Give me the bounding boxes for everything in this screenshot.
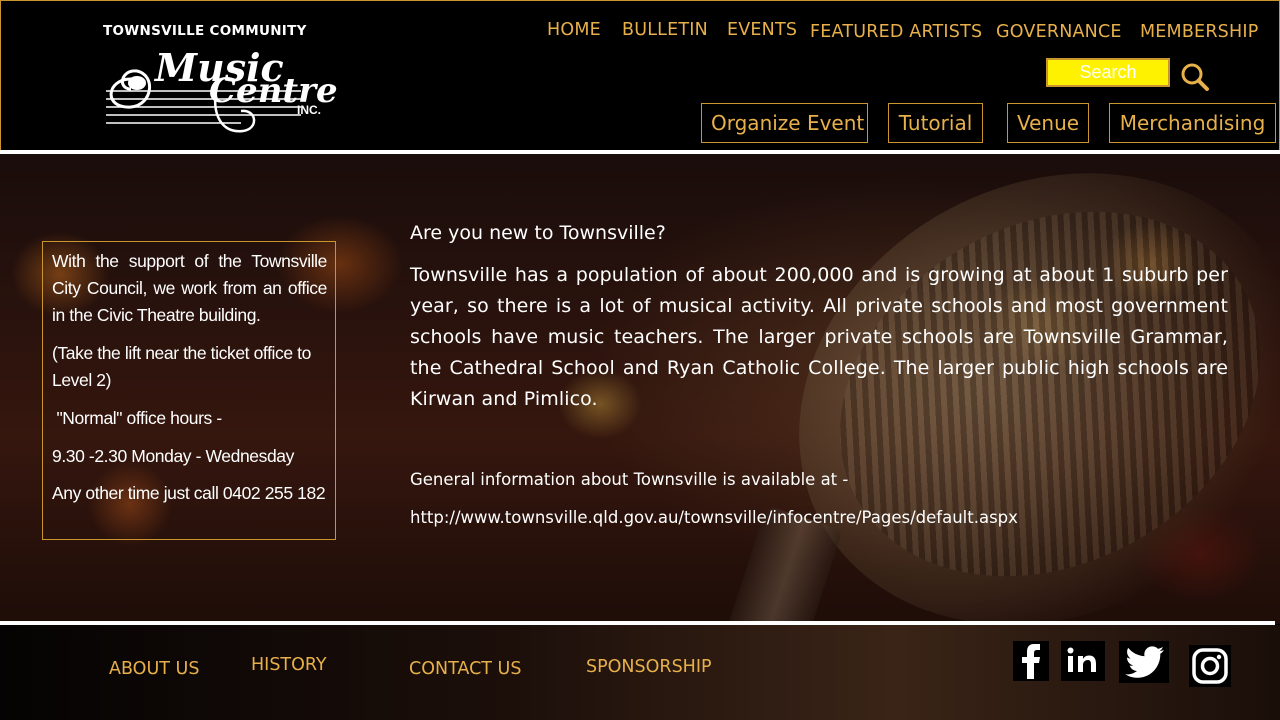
- office-phone: Any other time just call 0402 255 182: [52, 483, 326, 503]
- townsville-info-link[interactable]: http://www.townsville.qld.gov.au/townsvi…: [410, 508, 1018, 527]
- footer-contact-us-link[interactable]: CONTACT US: [409, 659, 521, 679]
- office-info-support: With the support of the Townsville City …: [52, 251, 327, 325]
- general-info-text: General information about Townsville is …: [410, 470, 849, 489]
- nav-home[interactable]: HOME: [547, 20, 601, 40]
- search-input[interactable]: Search: [1046, 58, 1170, 87]
- site-header: TOWNSVILLE COMMUNITY Music Centre INC. H…: [0, 0, 1280, 152]
- office-hours-label: "Normal" office hours -: [52, 408, 222, 428]
- instagram-icon[interactable]: [1189, 645, 1231, 687]
- footer-sponsorship-link[interactable]: SPONSORSHIP: [586, 657, 712, 677]
- nav-events[interactable]: EVENTS: [727, 20, 797, 40]
- office-info-directions: (Take the lift near the ticket office to…: [52, 343, 311, 390]
- footer-about-us-link[interactable]: ABOUT US: [109, 659, 199, 679]
- nav-membership[interactable]: MEMBERSHIP: [1140, 22, 1258, 42]
- nav-featured-artists[interactable]: FEATURED ARTISTS: [810, 22, 982, 42]
- main-question: Are you new to Townsville?: [410, 222, 666, 244]
- merchandising-button[interactable]: Merchandising: [1109, 103, 1276, 143]
- search-icon[interactable]: [1179, 61, 1211, 93]
- site-footer: ABOUT US HISTORY CONTACT US SPONSORSHIP: [0, 625, 1280, 720]
- footer-history-link[interactable]: HISTORY: [251, 655, 327, 675]
- facebook-icon[interactable]: [1013, 641, 1049, 681]
- nav-bulletin[interactable]: BULLETIN: [622, 20, 708, 40]
- nav-governance[interactable]: GOVERNANCE: [996, 22, 1122, 42]
- logo-top-text: TOWNSVILLE COMMUNITY: [103, 23, 307, 39]
- logo-inc-text: INC.: [297, 103, 321, 117]
- office-hours-value: 9.30 -2.30 Monday - Wednesday: [52, 446, 294, 466]
- organize-event-button[interactable]: Organize Event: [701, 103, 868, 143]
- main-body-text: Townsville has a population of about 200…: [410, 264, 1228, 410]
- twitter-icon[interactable]: [1119, 641, 1169, 683]
- hero-section: With the support of the Townsville City …: [0, 154, 1280, 624]
- linkedin-icon[interactable]: [1061, 641, 1105, 681]
- site-logo[interactable]: TOWNSVILLE COMMUNITY Music Centre INC.: [101, 21, 356, 136]
- office-info-box: With the support of the Townsville City …: [42, 241, 336, 540]
- tutorial-button[interactable]: Tutorial: [888, 103, 983, 143]
- venue-button[interactable]: Venue: [1007, 103, 1089, 143]
- main-content: Are you new to Townsville? Townsville ha…: [410, 222, 1228, 415]
